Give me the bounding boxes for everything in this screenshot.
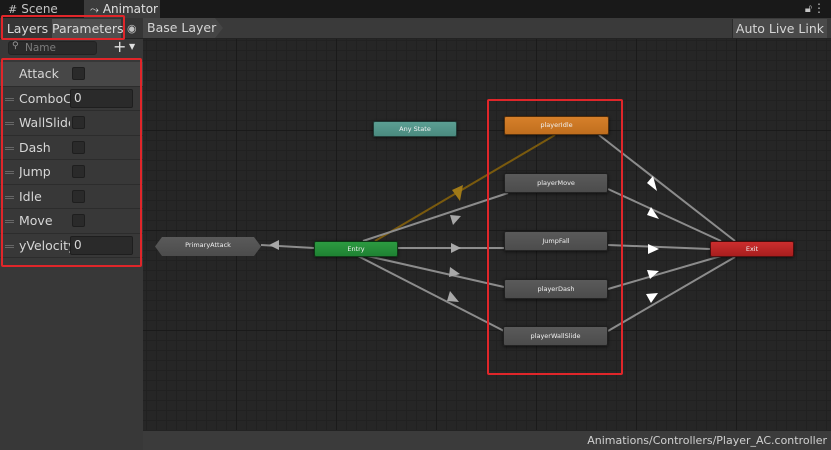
search-input[interactable] <box>25 42 95 54</box>
drag-handle-icon[interactable] <box>5 220 14 223</box>
parameter-name: yVelocity <box>19 237 70 253</box>
search-box[interactable]: ⚲ <box>8 41 97 55</box>
drag-handle-icon[interactable] <box>5 195 14 199</box>
parameter-row-y-velocity[interactable]: yVelocity 0 <box>0 234 143 258</box>
parameter-name: Dash <box>19 139 51 155</box>
int-value-field[interactable]: 0 <box>70 88 133 108</box>
add-parameter-button[interactable]: + <box>113 39 126 55</box>
transition-arrows <box>260 134 736 332</box>
parameter-list: Attack ComboCounter 0 WallSlide Dash Jum… <box>0 62 143 258</box>
state-node-exit[interactable]: Exit <box>710 241 794 257</box>
parameters-button[interactable]: Parameters <box>52 19 124 38</box>
transition-line <box>362 192 509 242</box>
state-node-jump-fall[interactable]: JumpFall <box>504 231 608 251</box>
transition-arrowhead <box>452 185 463 201</box>
state-node-player-wall-slide[interactable]: playerWallSlide <box>503 326 608 346</box>
bool-checkbox[interactable] <box>72 189 85 203</box>
parameters-panel: Layers Parameters ◉ ⚲ + ▼ Attack ComboCo… <box>0 18 143 450</box>
float-value-field[interactable]: 0 <box>70 235 133 255</box>
drag-handle-icon[interactable] <box>5 122 14 125</box>
breadcrumb-layer: Base Layer <box>147 20 217 35</box>
sub-state-machine-primary-attack[interactable]: PrimaryAttack <box>155 237 261 256</box>
parameter-row-move[interactable]: Move <box>0 209 143 234</box>
transition-arrowhead <box>451 243 461 253</box>
panel-toolbar: Layers Parameters ◉ <box>0 18 143 39</box>
parameter-row-jump[interactable]: Jump <box>0 160 143 185</box>
transition-line <box>362 254 505 288</box>
transition-line <box>607 255 722 290</box>
parameter-row-wall-slide[interactable]: WallSlide <box>0 111 143 136</box>
trigger-toggle[interactable] <box>72 67 85 80</box>
parameter-row-idle[interactable]: Idle <box>0 185 143 209</box>
search-icon: ⚲ <box>12 41 19 51</box>
parameter-name: Move <box>19 213 53 228</box>
state-node-player-idle[interactable]: playerIdle <box>504 116 609 135</box>
transition-arrowhead <box>450 215 461 225</box>
menu-icon[interactable]: ⋮ <box>813 1 825 15</box>
state-node-any-state[interactable]: Any State <box>373 121 457 137</box>
drag-handle-icon[interactable] <box>5 146 14 150</box>
bool-checkbox[interactable] <box>72 116 85 129</box>
tab-scene[interactable]: # Scene <box>4 0 82 18</box>
parameter-row-attack[interactable]: Attack <box>0 62 143 87</box>
state-node-entry[interactable]: Entry <box>314 241 398 257</box>
transition-line <box>260 244 315 249</box>
eye-icon[interactable]: ◉ <box>127 22 137 35</box>
transition-arrowhead <box>447 291 459 302</box>
chevron-down-icon[interactable]: ▼ <box>129 42 135 51</box>
graph-toolbar: Base Layer Auto Live Link <box>143 18 831 39</box>
parameter-name: ComboCounter <box>19 90 70 106</box>
status-bar: Animations/Controllers/Player_AC.control… <box>143 430 831 450</box>
parameter-name: WallSlide <box>19 115 70 130</box>
parameter-name: Jump <box>19 164 51 179</box>
tab-animator-label: Animator <box>102 2 158 16</box>
transition-arrowhead <box>449 267 460 277</box>
parameter-name: Attack <box>19 66 59 81</box>
transition-arrowhead <box>648 244 659 254</box>
tab-animator[interactable]: ⤳ Animator <box>84 0 160 18</box>
transition-line <box>607 256 736 332</box>
transition-line <box>607 244 711 250</box>
transition-arrowhead <box>646 293 658 303</box>
drag-handle-icon[interactable] <box>5 171 14 174</box>
transition-arrowhead <box>269 240 279 250</box>
state-node-player-move[interactable]: playerMove <box>504 173 608 193</box>
auto-live-link-button[interactable]: Auto Live Link <box>731 19 827 38</box>
grid-icon: # <box>8 3 18 16</box>
bool-checkbox[interactable] <box>72 140 85 154</box>
transition-line <box>598 134 736 242</box>
bool-checkbox[interactable] <box>72 165 85 178</box>
parameter-row-dash[interactable]: Dash <box>0 136 143 160</box>
parameter-name: Idle <box>19 188 42 204</box>
transition-line <box>357 255 505 332</box>
tab-scene-label: Scene <box>21 2 58 16</box>
state-machine-graph[interactable]: Any State playerIdle playerMove JumpFall… <box>143 39 831 430</box>
drag-handle-icon[interactable] <box>5 97 14 101</box>
search-row: ⚲ + ▼ <box>0 39 143 57</box>
lock-icon[interactable]: 🔓︎ <box>805 2 812 16</box>
transition-line <box>607 188 722 242</box>
parameter-row-combo-counter[interactable]: ComboCounter 0 <box>0 87 143 111</box>
breadcrumb[interactable]: Base Layer <box>143 18 223 38</box>
window-tab-bar: # Scene ⤳ Animator 🔓︎ ⋮ <box>0 0 831 18</box>
bool-checkbox[interactable] <box>72 214 85 227</box>
controller-path: Animations/Controllers/Player_AC.control… <box>587 434 827 447</box>
animator-icon: ⤳ <box>90 3 99 16</box>
drag-handle-icon[interactable] <box>5 244 14 248</box>
layers-button[interactable]: Layers <box>4 19 51 38</box>
state-node-player-dash[interactable]: playerDash <box>504 279 608 299</box>
